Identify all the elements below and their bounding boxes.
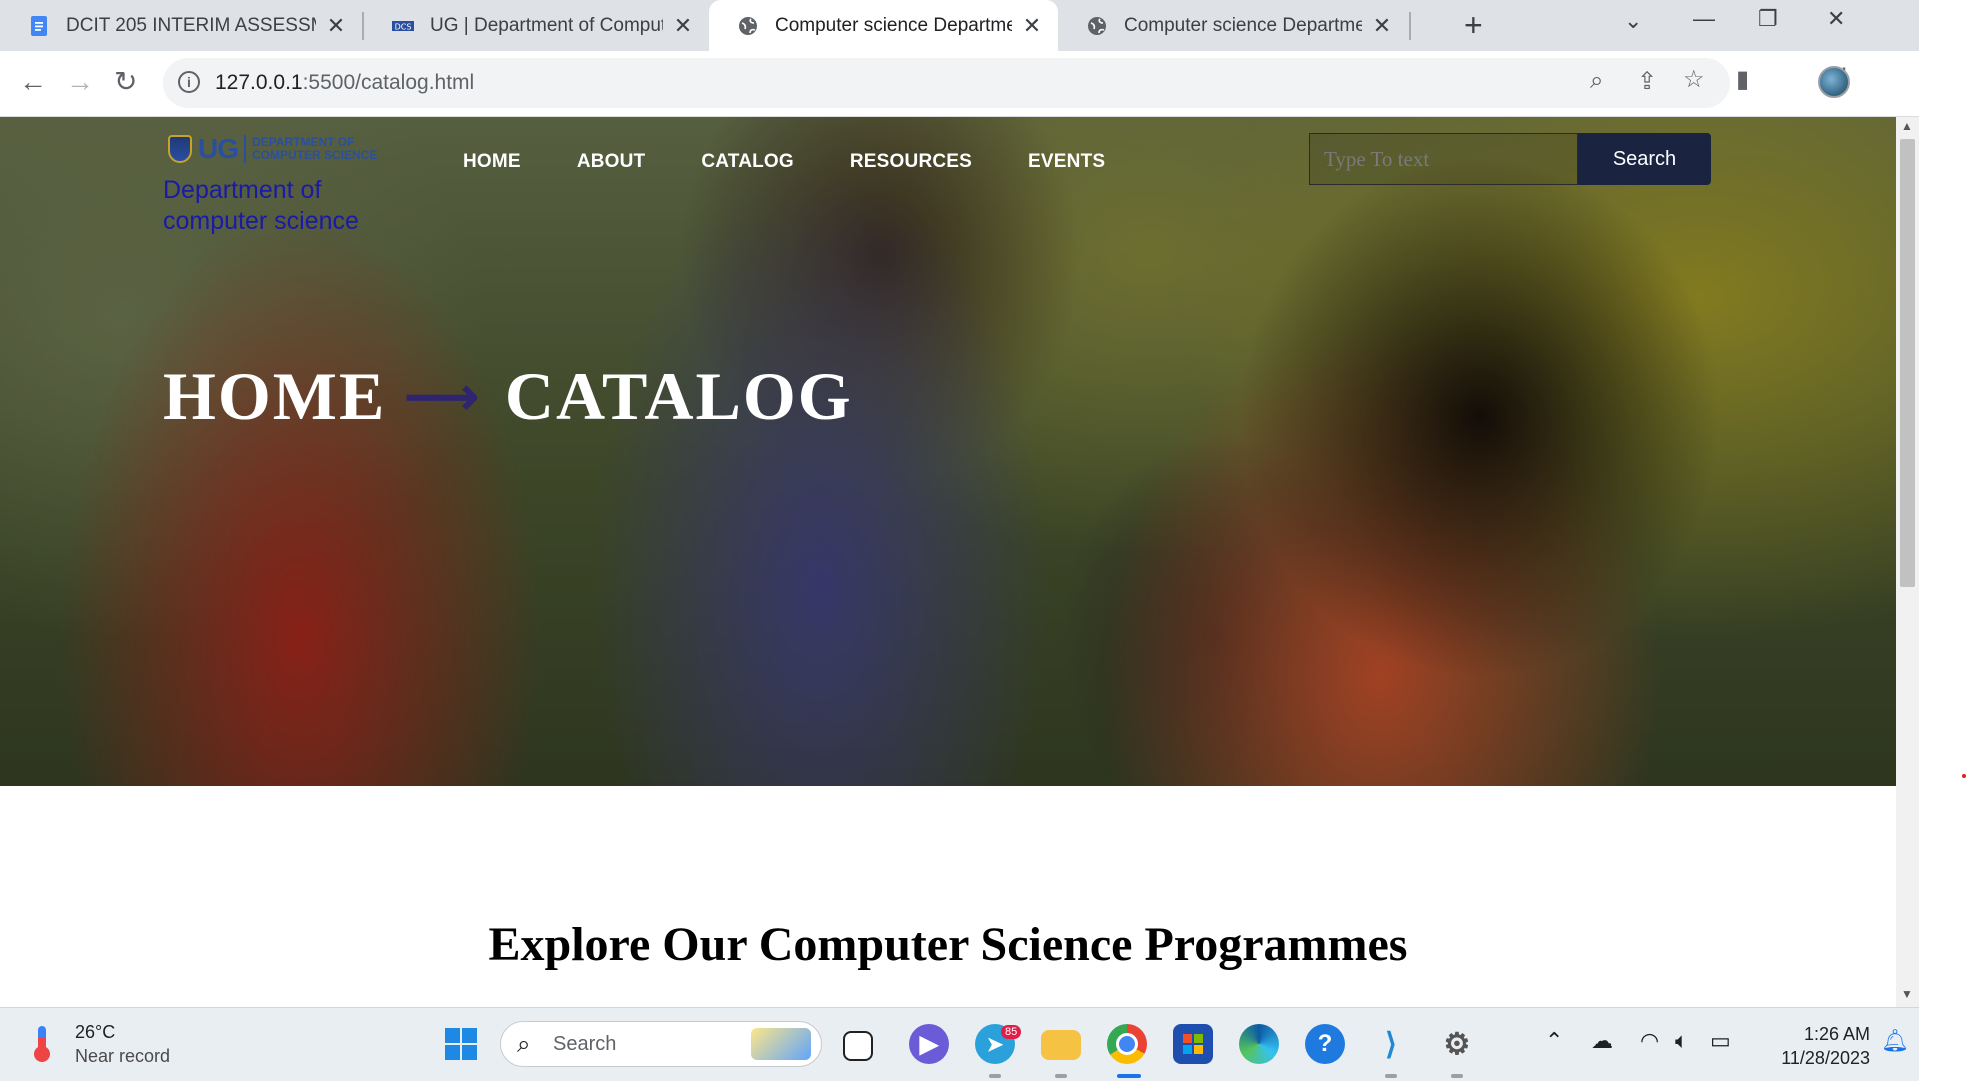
browser-toolbar: ← → ↻ i 127.0.0.1:5500/catalog.html ⌕ ⇪ …	[0, 51, 1919, 117]
side-panel-icon[interactable]: ▮	[1736, 65, 1749, 94]
tab-title: UG | Department of Computer S	[430, 14, 663, 36]
minimize-window-button[interactable]: —	[1693, 6, 1715, 32]
teams-chat-icon[interactable]: ▶	[909, 1024, 949, 1064]
scrollbar-thumb[interactable]	[1900, 139, 1915, 587]
close-tab-icon[interactable]: ✕	[324, 13, 348, 39]
close-tab-icon[interactable]: ✕	[671, 13, 695, 39]
tab-separator	[1409, 12, 1411, 40]
breadcrumb: HOME ⟶ CATALOG	[163, 357, 853, 436]
settings-gear-icon[interactable]: ⚙	[1437, 1024, 1477, 1064]
nav-events[interactable]: EVENTS	[1028, 151, 1105, 173]
site-logo[interactable]: UG DEPARTMENT OF COMPUTER SCIENCE	[168, 133, 377, 165]
tab-search-chevron-icon[interactable]: ⌄	[1624, 8, 1642, 34]
nav-home[interactable]: HOME	[463, 151, 521, 173]
nav-about[interactable]: ABOUT	[577, 151, 646, 173]
breadcrumb-current: CATALOG	[504, 358, 853, 434]
battery-icon[interactable]: ▭	[1710, 1028, 1731, 1054]
vscode-icon[interactable]: ⟩	[1371, 1024, 1411, 1064]
weather-desc[interactable]: Near record	[75, 1046, 170, 1067]
site-search-input[interactable]	[1309, 133, 1578, 185]
forward-arrow-icon[interactable]: →	[66, 65, 94, 99]
microsoft-store-icon[interactable]	[1173, 1024, 1213, 1064]
url-host: 127.0.0.1	[215, 71, 303, 94]
programmes-heading: Explore Our Computer Science Programmes	[488, 918, 1408, 971]
zoom-icon[interactable]: ⌕	[1590, 67, 1603, 95]
close-tab-icon[interactable]: ✕	[1370, 13, 1394, 39]
tab-computer-science[interactable]: Computer science Department ✕	[1058, 0, 1408, 51]
ug-dcs-icon: DCS	[392, 15, 414, 37]
hero-banner: UG DEPARTMENT OF COMPUTER SCIENCE Depart…	[0, 117, 1896, 786]
scroll-up-icon[interactable]: ▲	[1901, 119, 1913, 133]
running-indicator	[1451, 1074, 1463, 1078]
close-tab-icon[interactable]: ✕	[1020, 13, 1044, 39]
search-icon: ⌕	[517, 1031, 531, 1058]
edge-icon[interactable]	[1239, 1024, 1279, 1064]
globe-icon	[1086, 15, 1108, 37]
windows-taskbar: 26°C Near record ⌕ Search ▶ ➤ 85 ? ⟩ ⚙ ⌃…	[0, 1007, 1919, 1081]
file-explorer-icon[interactable]	[1041, 1030, 1081, 1060]
clock-time: 1:26 AM	[1803, 1024, 1870, 1044]
url-path: :5500/catalog.html	[302, 71, 475, 94]
browser-tab-strip: DCIT 205 INTERIM ASSESSMENT ✕ DCS UG | D…	[0, 0, 1919, 51]
profile-avatar[interactable]	[1818, 66, 1850, 98]
nav-resources[interactable]: RESOURCES	[850, 151, 972, 173]
restore-window-button[interactable]: ❐	[1758, 6, 1778, 32]
nav-catalog[interactable]: CATALOG	[701, 151, 794, 173]
search-highlight-icon	[751, 1028, 811, 1060]
running-indicator	[989, 1074, 1001, 1078]
tab-title: DCIT 205 INTERIM ASSESSMENT	[66, 14, 316, 36]
logo-dept-text: DEPARTMENT OF COMPUTER SCIENCE	[252, 136, 377, 162]
tab-computer-science-active[interactable]: Computer science Department ✕	[709, 0, 1058, 51]
share-icon[interactable]: ⇪	[1637, 67, 1657, 96]
weather-temp[interactable]: 26°C	[75, 1022, 115, 1043]
active-app-indicator	[1117, 1074, 1141, 1078]
running-indicator	[1385, 1074, 1397, 1078]
globe-icon	[737, 15, 759, 37]
new-tab-button[interactable]: +	[1464, 8, 1483, 42]
chevron-up-icon[interactable]: ⌃	[1545, 1028, 1563, 1054]
taskbar-search-label: Search	[553, 1033, 617, 1055]
wifi-icon[interactable]: ◠	[1640, 1028, 1659, 1054]
scroll-down-icon[interactable]: ▼	[1901, 987, 1913, 1001]
close-window-button[interactable]: ✕	[1827, 6, 1845, 32]
page-viewport: UG DEPARTMENT OF COMPUTER SCIENCE Depart…	[0, 117, 1896, 1007]
svg-text:DCS: DCS	[395, 22, 412, 31]
tab-title: Computer science Department	[775, 14, 1012, 36]
red-dot-marker	[1962, 774, 1966, 778]
bookmark-star-icon[interactable]: ☆	[1683, 65, 1705, 94]
clock-date: 11/28/2023	[1781, 1048, 1870, 1068]
tab-title: Computer science Department	[1124, 14, 1362, 36]
running-indicator	[1055, 1074, 1067, 1078]
tab-ug-dcs[interactable]: DCS UG | Department of Computer S ✕	[364, 0, 709, 51]
task-view-icon[interactable]	[843, 1031, 873, 1061]
main-nav: HOME ABOUT CATALOG RESOURCES EVENTS	[463, 151, 1161, 173]
ug-crest-icon	[168, 135, 192, 163]
logo-dept-line1: DEPARTMENT OF	[252, 135, 355, 149]
site-info-icon[interactable]: i	[178, 71, 200, 93]
get-help-icon[interactable]: ?	[1305, 1024, 1345, 1064]
thermometer-icon[interactable]	[30, 1024, 56, 1062]
breadcrumb-arrow-icon: ⟶	[404, 368, 479, 426]
brand-text: Department of computer science	[163, 176, 359, 235]
chrome-icon[interactable]	[1107, 1024, 1147, 1064]
breadcrumb-home[interactable]: HOME	[163, 357, 386, 436]
windows-start-icon[interactable]	[441, 1024, 481, 1064]
tab-dcit-205[interactable]: DCIT 205 INTERIM ASSESSMENT ✕	[0, 0, 362, 51]
logo-dept-line2: COMPUTER SCIENCE	[252, 148, 378, 162]
address-bar[interactable]: i 127.0.0.1:5500/catalog.html	[163, 58, 1730, 108]
page-scrollbar[interactable]: ▲ ▼	[1896, 117, 1919, 1007]
telegram-badge: 85	[1001, 1025, 1022, 1039]
back-arrow-icon[interactable]: ←	[19, 65, 47, 99]
url-text: 127.0.0.1:5500/catalog.html	[215, 71, 474, 95]
onedrive-cloud-icon[interactable]: ☁	[1591, 1028, 1613, 1054]
notification-bell-icon[interactable]: 🔔︎	[1881, 1028, 1909, 1054]
docs-icon	[28, 15, 50, 37]
site-search-button[interactable]: Search	[1578, 133, 1711, 185]
logo-ug-text: UG	[198, 133, 239, 164]
system-clock[interactable]: 1:26 AM 11/28/2023	[1740, 1022, 1870, 1070]
reload-icon[interactable]: ↻	[114, 65, 137, 99]
logo-divider	[244, 135, 246, 163]
volume-icon[interactable]: 🔈︎	[1675, 1028, 1688, 1054]
taskbar-search-box[interactable]: ⌕ Search	[500, 1021, 822, 1067]
